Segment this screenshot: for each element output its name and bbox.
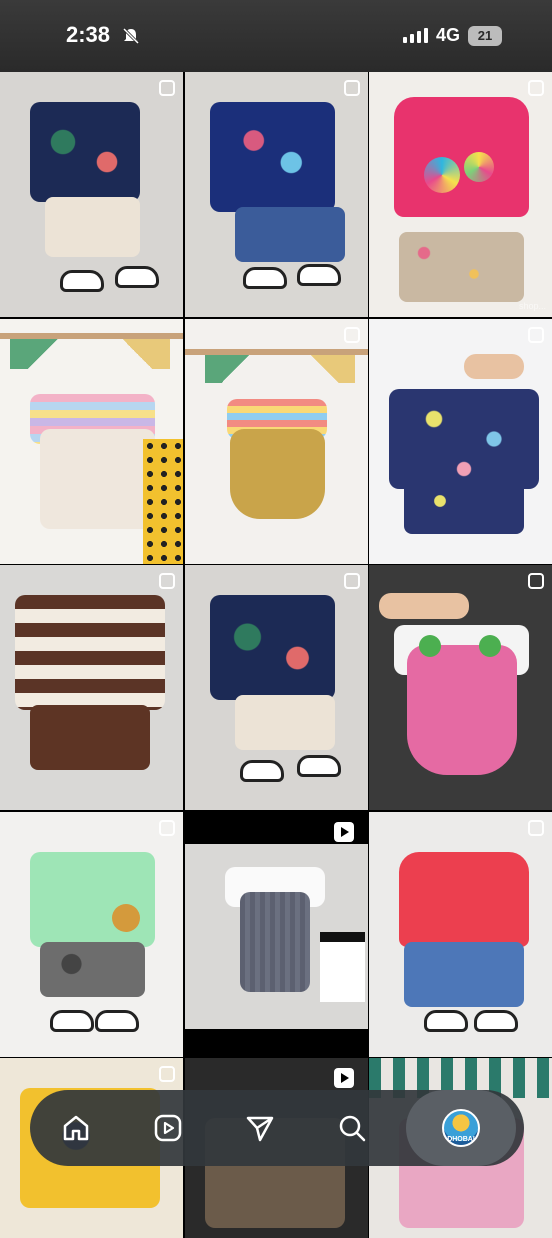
nav-home[interactable] <box>30 1090 122 1166</box>
shoe-image <box>239 760 284 782</box>
shoe-image <box>424 1009 468 1032</box>
shoe-image <box>60 270 104 292</box>
camo-shorts-image <box>40 941 145 997</box>
denim-shorts-image <box>404 941 524 1007</box>
shoe-image <box>95 1009 139 1032</box>
multi-post-icon <box>528 326 544 343</box>
shirt-image <box>30 102 140 202</box>
status-time: 2:38 <box>66 22 111 47</box>
post-tile[interactable] <box>0 811 183 1057</box>
post-tile[interactable] <box>369 318 552 564</box>
floral-shorts-image <box>399 232 524 302</box>
post-tile[interactable] <box>0 565 183 810</box>
red-ruffle-top-image <box>399 851 529 947</box>
nav-profile[interactable]: DHOBAI <box>406 1090 516 1166</box>
post-tile[interactable] <box>184 72 368 317</box>
shoe-image <box>115 266 159 288</box>
flower-decor <box>419 635 441 657</box>
multi-post-icon <box>528 819 544 836</box>
shorts-image <box>45 197 140 257</box>
brown-shorts-image <box>30 705 150 770</box>
home-icon <box>63 1115 89 1141</box>
shoe-image <box>296 755 341 777</box>
hand-with-hanger <box>464 353 524 379</box>
reel-icon <box>333 1068 354 1088</box>
shoe-image <box>474 1009 518 1032</box>
multi-post-icon <box>528 573 544 589</box>
shirt-image <box>209 595 335 700</box>
clapperboard <box>319 931 365 1002</box>
bunting-flags <box>10 338 170 369</box>
reel-tile[interactable] <box>184 811 368 1057</box>
multi-post-icon <box>343 80 360 96</box>
post-tile[interactable] <box>184 318 368 564</box>
denim-shorts-image <box>234 207 345 262</box>
nav-search[interactable] <box>306 1090 398 1166</box>
network-type: 4G <box>435 25 460 45</box>
share-icon <box>246 1116 274 1142</box>
shoe-image <box>50 1009 94 1032</box>
nav-reels[interactable] <box>122 1090 214 1166</box>
flower-decor <box>479 635 501 657</box>
multi-post-icon <box>159 1066 175 1082</box>
post-tile[interactable] <box>369 811 552 1057</box>
shirt-image <box>209 102 335 212</box>
nav-share[interactable] <box>214 1090 306 1166</box>
status-right: 4G 21 <box>402 25 502 46</box>
lollipop-print <box>464 152 494 182</box>
posts-grid: shop... <box>0 72 552 1238</box>
battery-icon: 21 <box>468 25 502 46</box>
muted-bell-icon <box>122 27 140 45</box>
shoe-image <box>242 267 287 289</box>
bunting-flags <box>204 354 355 383</box>
giraffe-decor <box>143 438 183 564</box>
multi-post-icon <box>528 80 544 96</box>
post-tile[interactable]: shop... <box>369 72 552 317</box>
vest-set-image <box>239 891 310 992</box>
lion-patch <box>112 903 140 932</box>
floral-shirt-image <box>389 388 539 489</box>
mint-tee-image <box>30 851 155 947</box>
reels-icon <box>154 1114 182 1142</box>
shoe-image <box>296 264 341 286</box>
pink-overall-image <box>407 645 517 775</box>
post-tile[interactable] <box>0 72 183 317</box>
overall-image <box>40 428 155 529</box>
multi-post-icon <box>159 573 175 589</box>
avatar-label: DHOBAI <box>447 1136 475 1143</box>
multi-post-icon <box>343 573 360 589</box>
post-tile[interactable] <box>184 565 368 810</box>
pink-top-image <box>394 97 529 217</box>
multi-post-icon <box>159 819 175 836</box>
lollipop-print <box>424 157 460 193</box>
hand-with-hanger <box>379 593 469 619</box>
striped-polo-image <box>15 595 165 710</box>
reel-icon <box>333 821 354 842</box>
status-bar: 2:38 4G 21 <box>0 0 552 72</box>
post-tile[interactable] <box>0 318 183 564</box>
profile-avatar: DHOBAI <box>442 1109 480 1147</box>
watermark: shop... <box>518 301 546 311</box>
post-tile[interactable] <box>369 565 552 810</box>
search-icon <box>339 1115 366 1142</box>
floral-shorts-image <box>404 478 524 534</box>
shorts-image <box>234 695 335 750</box>
multi-post-icon <box>343 326 360 343</box>
bottom-nav: DHOBAI <box>30 1090 524 1166</box>
cat-overall-image <box>229 428 325 519</box>
signal-icon <box>402 28 428 43</box>
multi-post-icon <box>159 80 175 96</box>
